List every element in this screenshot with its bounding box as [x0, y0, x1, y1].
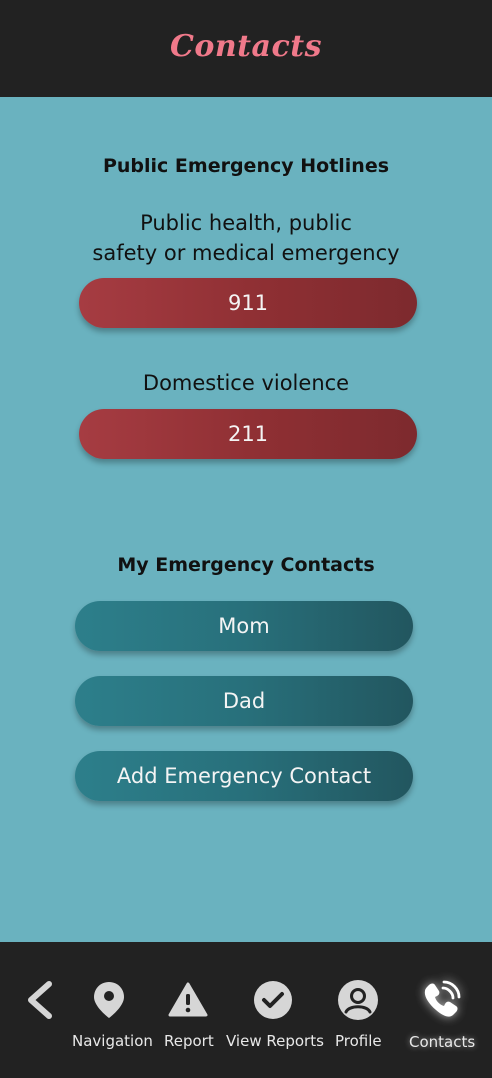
phone-call-icon: [419, 978, 463, 1022]
hotline-caption-line1: Domestice violence: [142, 371, 350, 395]
app-header: Contacts: [0, 0, 492, 97]
main-content: Public Emergency Hotlines Public health,…: [0, 97, 492, 942]
bottom-navbar: Navigation Report View Reports Profile C…: [0, 942, 492, 1078]
add-contact-label: Add Emergency Contact: [116, 764, 372, 788]
contact-label: Dad: [222, 689, 266, 713]
user-circle-icon: [336, 978, 380, 1022]
back-chevron-icon: [17, 978, 61, 1022]
contacts-section-title: My Emergency Contacts: [117, 554, 375, 576]
nav-label-contacts: Contacts: [409, 1033, 476, 1051]
nav-item-contacts[interactable]: Contacts: [406, 942, 476, 1078]
nav-item-report[interactable]: Report: [160, 942, 216, 1078]
hotline-caption: Public health, public safety or medical …: [0, 208, 492, 268]
nav-item-profile[interactable]: Profile: [332, 942, 384, 1078]
contact-mom-button[interactable]: Mom: [75, 601, 413, 651]
hotline-number: 911: [227, 291, 269, 315]
nav-label-profile: Profile: [335, 1032, 382, 1050]
warning-icon: [166, 978, 210, 1022]
hotline-caption-line2: safety or medical emergency: [92, 241, 400, 265]
hotlines-section-title: Public Emergency Hotlines: [102, 155, 390, 177]
contact-dad-button[interactable]: Dad: [75, 676, 413, 726]
hotline-211-button[interactable]: 211: [79, 409, 417, 459]
nav-label-navigation: Navigation: [72, 1032, 153, 1050]
nav-label-view-reports: View Reports: [226, 1032, 324, 1050]
check-circle-icon: [251, 978, 295, 1022]
map-pin-icon: [87, 978, 131, 1022]
contact-label: Mom: [218, 614, 270, 638]
add-emergency-contact-button[interactable]: Add Emergency Contact: [75, 751, 413, 801]
nav-label-report: Report: [164, 1032, 214, 1050]
hotline-caption: Domestice violence: [0, 368, 492, 398]
nav-item-view-reports[interactable]: View Reports: [224, 942, 324, 1078]
hotline-911-button[interactable]: 911: [79, 278, 417, 328]
page-title: Contacts: [169, 29, 322, 64]
nav-back-button[interactable]: [17, 942, 61, 1078]
nav-item-navigation[interactable]: Navigation: [70, 942, 153, 1078]
hotline-number: 211: [227, 422, 269, 446]
hotline-caption-line1: Public health, public: [140, 211, 352, 235]
